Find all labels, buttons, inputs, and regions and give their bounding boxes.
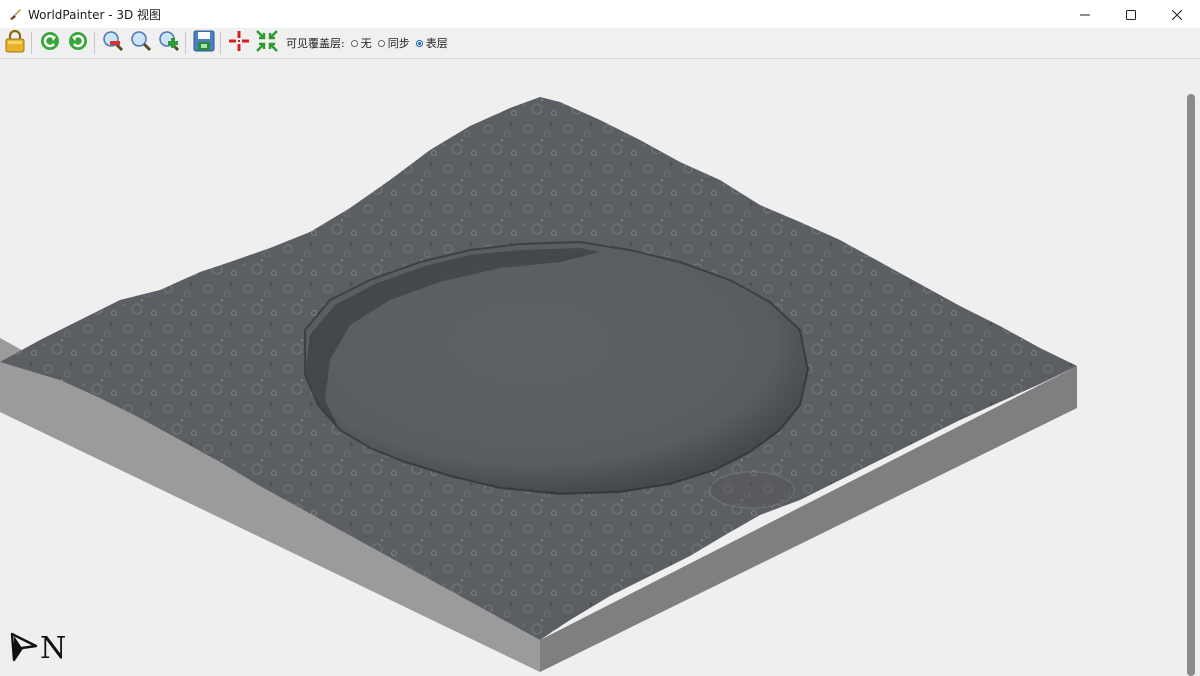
window-controls: [1062, 0, 1200, 28]
minimize-button[interactable]: [1062, 0, 1108, 28]
zoom-icon: [130, 30, 152, 56]
compass-label: N: [40, 631, 67, 666]
zoom-in-icon: [158, 30, 180, 56]
toolbar-separator: [31, 32, 32, 54]
title-bar: WorldPainter - 3D 视图: [0, 0, 1200, 28]
zoom-in-button[interactable]: [156, 30, 182, 56]
radio-icon: [377, 39, 385, 47]
center-view-button[interactable]: [226, 30, 252, 56]
rotate-left-icon: [39, 30, 61, 56]
radio-selected-icon: [415, 39, 423, 47]
overlay-selector: 可见覆盖层: 无 同步 表层: [286, 35, 448, 51]
rotate-right-button[interactable]: [65, 30, 91, 56]
maximize-icon: [1126, 5, 1136, 24]
overlay-option-none[interactable]: 无: [350, 35, 372, 51]
minimize-icon: [1080, 5, 1090, 24]
overlay-option-label: 同步: [387, 37, 410, 50]
3d-viewport[interactable]: [0, 59, 1200, 676]
zoom-reset-button[interactable]: [128, 30, 154, 56]
overlay-option-label: 表层: [425, 37, 448, 50]
close-button[interactable]: [1154, 0, 1200, 28]
paintbrush-icon: [7, 6, 23, 22]
terrain-render: [0, 97, 1077, 672]
zoom-out-icon: [102, 30, 124, 56]
close-icon: [1171, 5, 1183, 24]
radio-icon: [350, 39, 358, 47]
toolbar: 可见覆盖层: 无 同步 表层: [0, 28, 1200, 59]
maximize-button[interactable]: [1108, 0, 1154, 28]
toolbar-separator: [94, 32, 95, 54]
save-image-button[interactable]: [191, 30, 217, 56]
zoom-out-button[interactable]: [100, 30, 126, 56]
fit-arrows-icon: [255, 29, 279, 57]
rotate-right-icon: [67, 30, 89, 56]
lock-icon: [4, 29, 26, 57]
overlay-option-label: 无: [360, 37, 372, 50]
crosshair-icon: [228, 30, 250, 56]
overlay-option-surface[interactable]: 表层: [415, 35, 448, 51]
window-title: WorldPainter - 3D 视图: [28, 7, 162, 22]
save-icon: [193, 30, 215, 56]
toolbar-separator: [185, 32, 186, 54]
toolbar-separator: [220, 32, 221, 54]
overlay-option-sync[interactable]: 同步: [377, 35, 410, 51]
overlay-label: 可见覆盖层:: [286, 37, 345, 50]
vertical-scrollbar[interactable]: [1187, 94, 1195, 676]
lock-button[interactable]: [2, 29, 28, 57]
fit-view-button[interactable]: [254, 30, 280, 56]
rotate-left-button[interactable]: [37, 30, 63, 56]
compass: N: [10, 632, 66, 666]
north-arrow-icon: [10, 632, 38, 666]
